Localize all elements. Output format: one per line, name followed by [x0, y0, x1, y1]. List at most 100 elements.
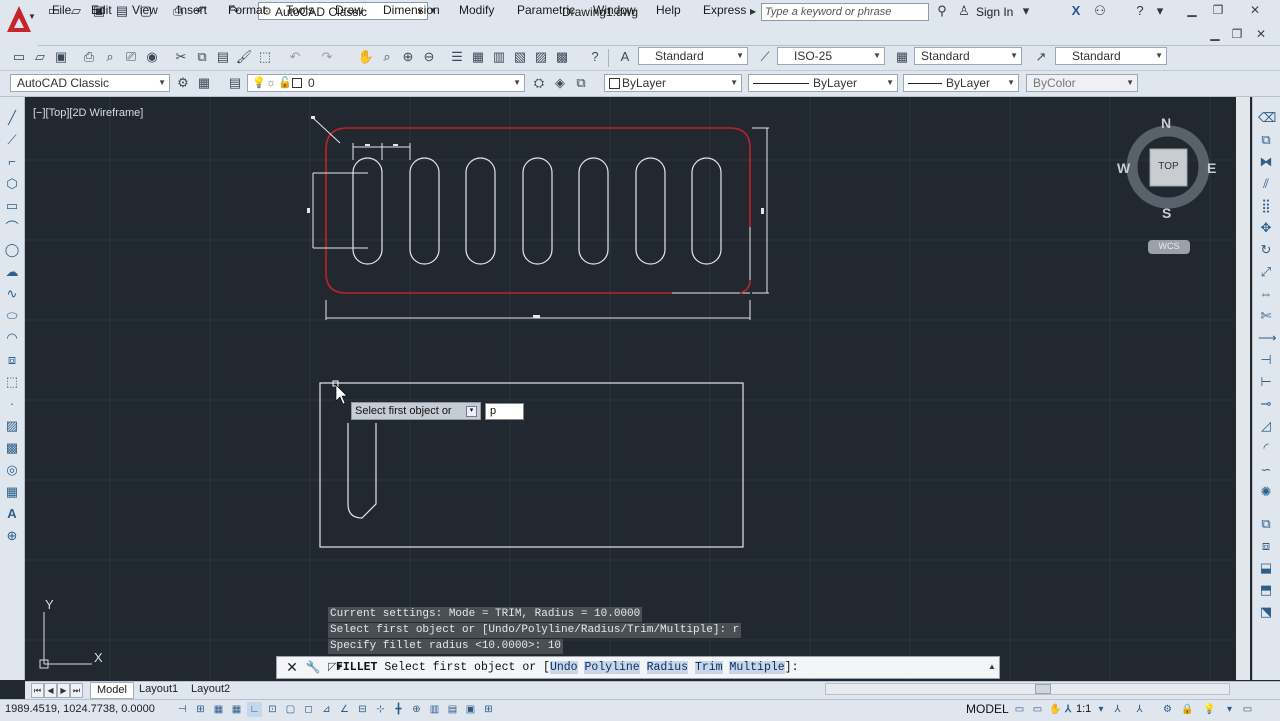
multiline-text-icon[interactable]: A: [4, 504, 20, 523]
workspace-toolbar-select[interactable]: AutoCAD Classic ▼: [10, 74, 170, 92]
plot-preview-icon[interactable]: ⌕: [101, 48, 119, 66]
workspace-save-icon[interactable]: ▦: [195, 74, 213, 92]
snap-mode-icon[interactable]: ⊞: [193, 702, 208, 717]
layer-properties-icon[interactable]: ▤: [226, 74, 244, 92]
auto-scale-icon[interactable]: ⅄: [1132, 702, 1147, 717]
exchange-icon[interactable]: X: [1068, 3, 1084, 19]
sign-in-dropdown-icon[interactable]: ▾: [1018, 3, 1034, 19]
polygon-icon[interactable]: ⬡: [4, 174, 20, 193]
zoom-realtime-icon[interactable]: ⌕: [378, 48, 396, 66]
plot-icon[interactable]: ⎙: [80, 48, 98, 66]
annotation-scale-value[interactable]: 1:1: [1076, 699, 1091, 720]
construction-line-icon[interactable]: ⟋: [4, 130, 20, 149]
coordinates-readout[interactable]: 1989.4519, 1024.7738, 0.0000: [5, 699, 155, 720]
viewport-controls-label[interactable]: [−][Top][2D Wireframe]: [33, 107, 143, 119]
object-snap-icon[interactable]: ⊡: [265, 702, 280, 717]
region-icon[interactable]: ◎: [4, 460, 20, 479]
menu-help[interactable]: Help: [656, 0, 681, 21]
annotative-icon[interactable]: ▤: [445, 702, 460, 717]
workspace-switching-icon[interactable]: ⚙: [1160, 702, 1175, 717]
markup-icon[interactable]: ▨: [532, 48, 550, 66]
tab-layout1[interactable]: Layout1: [133, 682, 184, 697]
array-icon[interactable]: ⣿: [1258, 196, 1274, 215]
send-under-icon[interactable]: ⬔: [1258, 602, 1274, 621]
save-icon[interactable]: ▣: [52, 48, 70, 66]
search-expand-arrow-icon[interactable]: ▶: [750, 3, 760, 21]
close-button[interactable]: ✕: [1240, 2, 1270, 18]
viewcube-east[interactable]: E: [1207, 160, 1216, 176]
text-style-select[interactable]: Standard ▼: [638, 47, 748, 65]
wcs-menu[interactable]: WCS: [1148, 241, 1190, 251]
hatch-icon[interactable]: ▨: [4, 416, 20, 435]
next-tab-icon[interactable]: ▶: [57, 683, 70, 698]
join-icon[interactable]: ⊸: [1258, 394, 1274, 413]
slots[interactable]: [352, 157, 722, 265]
annotation-visibility-icon[interactable]: ⅄: [1110, 702, 1125, 717]
tab-model[interactable]: Model: [90, 682, 134, 699]
mirror-icon[interactable]: ⧓: [1258, 152, 1274, 171]
menu-express[interactable]: Express: [703, 0, 746, 21]
bring-to-front-icon[interactable]: ⧈: [1258, 536, 1274, 555]
quickcalc-icon[interactable]: ▩: [553, 48, 571, 66]
menu-draw[interactable]: Draw: [335, 0, 363, 21]
bring-above-icon[interactable]: ⬒: [1258, 580, 1274, 599]
design-center-icon[interactable]: ▦: [469, 48, 487, 66]
table-style-select[interactable]: Standard ▼: [914, 47, 1022, 65]
dim-style-select[interactable]: ISO-25 ▼: [777, 47, 885, 65]
make-block-icon[interactable]: ⬚: [4, 372, 20, 391]
menu-modify[interactable]: Modify: [459, 0, 494, 21]
match-properties-icon[interactable]: 🖌: [235, 48, 253, 66]
prev-tab-icon[interactable]: ◀: [44, 683, 57, 698]
application-menu-button[interactable]: ▼: [0, 0, 38, 46]
multileader-style-icon[interactable]: ↗: [1032, 48, 1050, 66]
zoom-window-icon[interactable]: ⊕: [399, 48, 417, 66]
viewcube-west[interactable]: W: [1117, 160, 1130, 176]
revision-cloud-icon[interactable]: ☁: [4, 262, 20, 281]
block-editor-icon[interactable]: ⬚: [256, 48, 274, 66]
make-current-layer-icon[interactable]: ⛭: [530, 74, 548, 92]
blend-curves-icon[interactable]: ∽: [1258, 460, 1274, 479]
save-as-icon[interactable]: ▤: [114, 3, 130, 19]
sheet-set-icon[interactable]: ▧: [511, 48, 529, 66]
gradient-icon[interactable]: ▩: [4, 438, 20, 457]
option-trim[interactable]: Trim: [694, 661, 723, 674]
horizontal-scrollbar[interactable]: [825, 683, 1230, 695]
menu-dimension[interactable]: Dimension: [383, 0, 440, 21]
dynamic-input-icon[interactable]: ∠: [337, 702, 352, 717]
draw-order-icon[interactable]: ⧉: [1258, 514, 1274, 533]
zoom-previous-icon[interactable]: ⊖: [420, 48, 438, 66]
horizontal-scroll-thumb[interactable]: [1035, 684, 1051, 694]
line-icon[interactable]: ╱: [4, 108, 20, 127]
command-history-expand-icon[interactable]: ▲: [988, 657, 998, 677]
options-arrow-icon[interactable]: ▾: [466, 406, 477, 417]
doc-restore-button[interactable]: ❐: [1228, 26, 1246, 42]
rotate-icon[interactable]: ↻: [1258, 240, 1274, 259]
first-tab-icon[interactable]: ⏮: [31, 683, 44, 698]
redo-icon[interactable]: ↷: [318, 48, 336, 66]
annotation-monitor-icon[interactable]: ▥: [427, 702, 442, 717]
menu-tools[interactable]: Tools: [286, 0, 314, 21]
plotstyle-select[interactable]: ByColor ▼: [1026, 74, 1138, 92]
layer-select[interactable]: 💡 ☼ 🔓 0 ▼: [247, 74, 525, 92]
arc-icon[interactable]: ⌒: [4, 218, 20, 237]
scale-icon[interactable]: ⤢: [1258, 262, 1274, 281]
workspace-settings-icon[interactable]: ⚙: [174, 74, 192, 92]
menu-file[interactable]: File: [52, 0, 71, 21]
maximize-button[interactable]: ❐: [1207, 2, 1229, 18]
viewcube-north[interactable]: N: [1161, 115, 1171, 131]
transparency-icon[interactable]: ⊹: [373, 702, 388, 717]
clean-screen-icon[interactable]: ▭: [1240, 702, 1255, 717]
dynamic-ucs-icon[interactable]: ⊿: [319, 702, 334, 717]
chamfer-icon[interactable]: ◿: [1258, 416, 1274, 435]
text-style-icon[interactable]: A: [616, 48, 634, 66]
last-tab-icon[interactable]: ⏭: [70, 683, 83, 698]
menu-format[interactable]: Format: [228, 0, 266, 21]
move-icon[interactable]: ✥: [1258, 218, 1274, 237]
layer-states-icon[interactable]: ⧉: [572, 74, 590, 92]
option-polyline[interactable]: Polyline: [584, 661, 640, 674]
spline-icon[interactable]: ∿: [4, 284, 20, 303]
menu-parametric[interactable]: Parametric: [517, 0, 575, 21]
help-icon[interactable]: ?: [1132, 3, 1148, 19]
lineweight-select[interactable]: ByLayer ▼: [903, 74, 1019, 92]
paste-icon[interactable]: ▤: [214, 48, 232, 66]
